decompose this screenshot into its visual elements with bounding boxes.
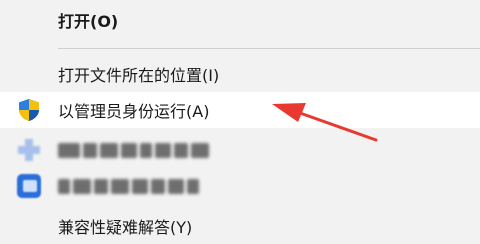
context-menu: 打开(O) 打开文件所在的位置(I) 以管理员身份运行(A) 兼容性疑难解答(Y… — [0, 0, 480, 244]
menu-item-blurred-2[interactable] — [0, 168, 480, 204]
uac-shield-icon — [19, 99, 39, 121]
menu-item-run-as-admin[interactable]: 以管理员身份运行(A) — [0, 92, 480, 128]
menu-separator — [58, 48, 480, 49]
menu-item-run-as-admin-label: 以管理员身份运行(A) — [58, 102, 210, 121]
menu-item-blurred-1-label — [58, 142, 209, 158]
menu-item-compatibility-troubleshooter[interactable]: 兼容性疑难解答(Y) — [0, 208, 480, 244]
menu-item-open[interactable]: 打开(O) — [0, 2, 480, 38]
menu-item-open-file-location-label: 打开文件所在的位置(I) — [58, 66, 220, 85]
app-icon-blurred — [17, 174, 41, 198]
menu-item-compatibility-troubleshooter-label: 兼容性疑难解答(Y) — [58, 218, 193, 237]
menu-item-blurred-1[interactable] — [0, 132, 480, 168]
menu-item-open-file-location[interactable]: 打开文件所在的位置(I) — [0, 56, 480, 92]
menu-item-blurred-2-label — [58, 178, 199, 194]
menu-item-open-label: 打开(O) — [58, 12, 119, 31]
app-icon-blurred — [18, 139, 40, 161]
